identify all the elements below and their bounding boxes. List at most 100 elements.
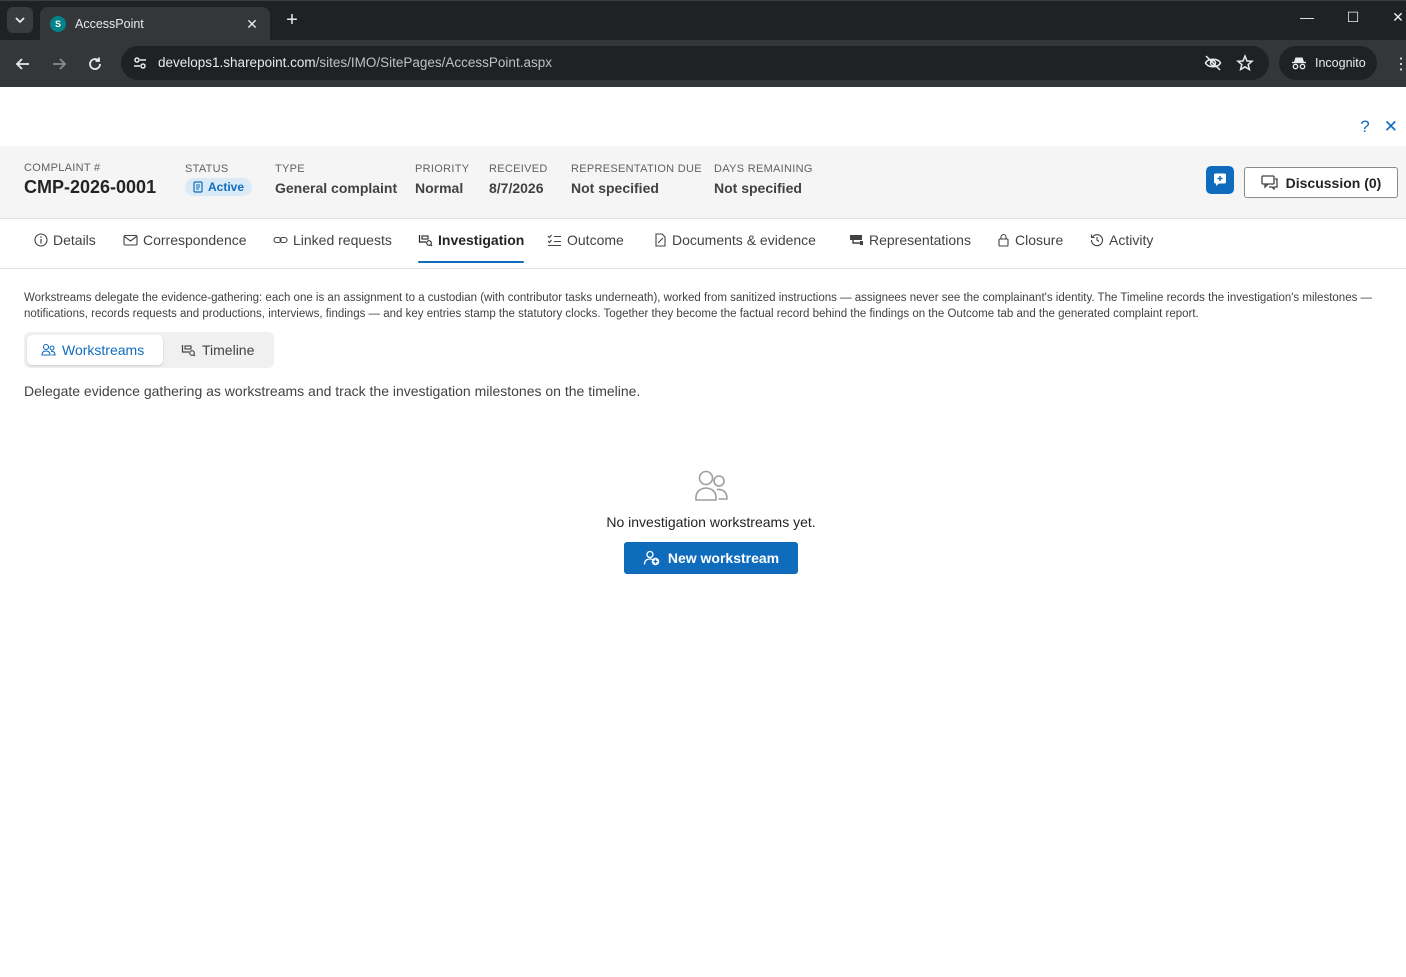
type-value: General complaint [275,180,398,196]
empty-state-text: No investigation workstreams yet. [606,514,816,530]
received-field: RECEIVED 8/7/2026 [489,163,548,196]
new-workstream-label: New workstream [667,550,780,566]
tab-representations[interactable]: Representations [849,232,971,269]
document-icon [655,233,666,247]
days-remaining-value: Not specified [714,180,802,196]
incognito-icon [1292,57,1306,70]
browser-menu-icon[interactable]: ⋮ [1393,54,1406,74]
tab-search-button[interactable] [7,7,33,33]
tab-closure[interactable]: Closure [997,232,1063,269]
browser-tab[interactable]: S AccessPoint ✕ [40,7,270,41]
days-remaining-field: DAYS REMAINING Not specified [714,163,813,196]
complaint-number-label: COMPLAINT # [24,162,101,174]
timeline-icon [181,345,196,357]
tab-linked-requests[interactable]: Linked requests [273,232,392,269]
status-label: STATUS [185,163,229,175]
info-icon [34,233,48,247]
tab-representations-label: Representations [869,232,971,248]
type-label: TYPE [275,163,305,175]
link-icon [273,236,288,244]
tab-correspondence[interactable]: Correspondence [123,232,247,269]
days-remaining-label: DAYS REMAINING [714,163,813,175]
reload-button[interactable] [83,52,107,76]
tab-documents-evidence-label: Documents & evidence [672,232,816,248]
empty-people-icon [693,469,729,508]
panel-actions: ? ✕ [1360,117,1398,137]
browser-tab-title: AccessPoint [75,17,144,31]
chat-button[interactable] [1206,166,1234,194]
representation-due-value: Not specified [571,180,659,196]
representation-due-field: REPRESENTATION DUE Not specified [571,163,702,196]
investigation-subtitle: Delegate evidence gathering as workstrea… [24,383,641,399]
history-icon [1090,234,1103,247]
reload-icon [89,57,101,70]
forward-button[interactable] [47,52,71,76]
new-workstream-button[interactable]: New workstream [624,542,798,574]
star-icon[interactable] [1235,53,1255,73]
discussion-button[interactable]: Discussion (0) [1244,167,1398,198]
browser-toolbar: develops1.sharepoint.com/sites/IMO/SiteP… [0,40,1406,87]
investigation-view-switch: Workstreams Timeline [24,332,274,368]
segment-timeline[interactable]: Timeline [167,335,268,365]
complaint-number-field: COMPLAINT # CMP-2026-0001 [24,162,156,198]
arrow-left-icon [15,58,29,70]
tab-details-label: Details [53,232,96,248]
segment-workstreams[interactable]: Workstreams [27,335,163,365]
incognito-label: Incognito [1315,56,1366,70]
representation-due-label: REPRESENTATION DUE [571,163,702,175]
lock-icon [998,233,1009,247]
back-button[interactable] [11,52,35,76]
case-tabs: Details Correspondence Linked requests I… [0,219,1406,269]
add-person-icon [643,550,660,566]
status-value: Active [208,180,245,194]
discussion-icon [1260,175,1278,190]
arrow-right-icon [53,58,67,70]
priority-field: PRIORITY Normal [415,163,469,196]
maximize-icon[interactable]: ☐ [1342,9,1364,26]
tab-investigation[interactable]: Investigation [418,232,525,269]
complaint-number-value: CMP-2026-0001 [24,177,157,197]
chat-icon [1214,173,1226,186]
site-info-icon[interactable] [129,52,151,74]
url-text: develops1.sharepoint.com/sites/IMO/SiteP… [158,55,552,70]
type-field: TYPE General complaint [275,163,397,196]
new-tab-button[interactable]: + [282,10,302,30]
received-value: 8/7/2026 [489,180,544,196]
tab-close-icon[interactable]: ✕ [244,16,260,33]
tab-outcome[interactable]: Outcome [547,232,624,269]
window-close-icon[interactable]: ✕ [1387,9,1406,26]
discussion-label: Discussion (0) [1285,174,1382,191]
tab-correspondence-label: Correspondence [143,232,247,248]
tab-documents-evidence[interactable]: Documents & evidence [654,232,816,269]
status-field: STATUS Active [185,163,253,198]
people-icon [41,343,56,356]
chevron-down-icon [15,17,25,24]
tab-details[interactable]: Details [34,232,96,269]
page-content: ? ✕ COMPLAINT # CMP-2026-0001 STATUS Act… [0,87,1406,977]
url-path: /sites/IMO/SitePages/AccessPoint.aspx [315,55,552,70]
incognito-indicator[interactable]: Incognito [1279,46,1377,80]
tab-outcome-label: Outcome [567,232,624,248]
tab-activity[interactable]: Activity [1090,232,1153,269]
panel-close-icon[interactable]: ✕ [1384,117,1398,137]
checklist-icon [547,234,561,247]
segment-workstreams-label: Workstreams [62,342,145,358]
browser-tabstrip: S AccessPoint ✕ + — ☐ ✕ [0,0,1406,41]
priority-value: Normal [415,180,464,196]
document-status-icon [193,181,203,193]
url-host: develops1.sharepoint.com [158,55,316,70]
sharepoint-favicon-icon: S [50,16,66,32]
help-icon[interactable]: ? [1360,117,1369,137]
empty-state: No investigation workstreams yet. New wo… [0,467,1406,597]
eye-off-icon[interactable] [1203,53,1223,73]
tab-investigation-label: Investigation [438,232,525,248]
investigation-intro: Workstreams delegate the evidence-gather… [24,292,1373,320]
priority-label: PRIORITY [415,163,470,175]
mail-icon [123,234,138,246]
tab-linked-requests-label: Linked requests [293,232,392,248]
tab-closure-label: Closure [1015,232,1064,248]
tab-activity-label: Activity [1109,232,1154,248]
minimize-icon[interactable]: — [1296,9,1318,25]
address-bar[interactable]: develops1.sharepoint.com/sites/IMO/SiteP… [121,46,1269,80]
segment-timeline-label: Timeline [202,342,255,358]
